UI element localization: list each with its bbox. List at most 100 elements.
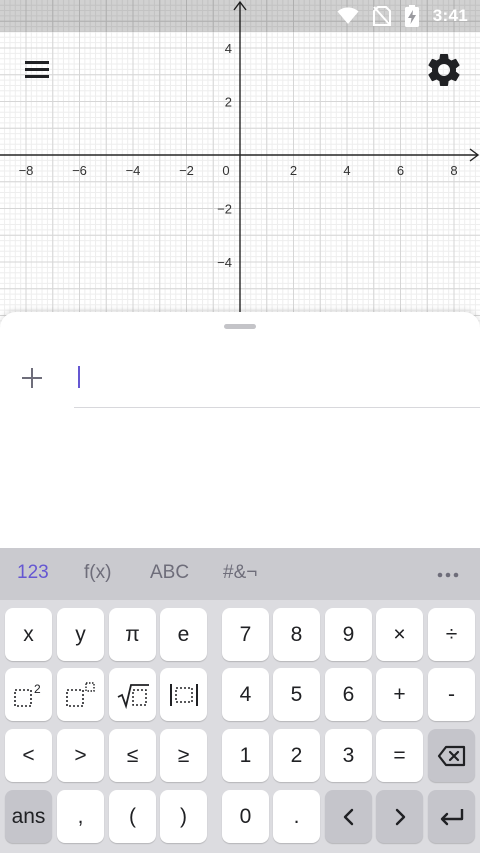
cursor-left-button[interactable] [325, 790, 372, 843]
key-minus[interactable]: - [428, 668, 475, 721]
key-decimal[interactable]: . [273, 790, 320, 843]
key-squared[interactable]: 2 [5, 668, 52, 721]
key-less-equal[interactable]: ≤ [109, 729, 156, 782]
key-label: + [393, 682, 406, 706]
key-label: 2 [290, 743, 303, 767]
x-tick-label: 6 [397, 163, 404, 178]
cursor-right-button[interactable] [376, 790, 423, 843]
arrow-right-icon [395, 808, 405, 825]
svg-text:2: 2 [34, 682, 41, 696]
key-label: ) [180, 804, 187, 828]
x-tick-label: −6 [72, 163, 87, 178]
tab-abc[interactable]: ABC [150, 562, 189, 584]
key-label: < [22, 743, 35, 767]
menu-button[interactable] [18, 52, 58, 88]
key-label: π [125, 622, 140, 646]
key-greater-than[interactable]: > [57, 729, 104, 782]
key-pi[interactable]: π [109, 608, 156, 661]
status-time: 3:41 [432, 6, 468, 25]
key-label: ( [129, 804, 136, 828]
key-label: x [23, 622, 34, 646]
key-power[interactable] [57, 668, 104, 721]
algebra-input[interactable] [74, 360, 480, 408]
backspace-icon [437, 745, 465, 766]
key-divide[interactable]: ÷ [428, 608, 475, 661]
more-button[interactable] [432, 562, 464, 586]
key-label: 3 [342, 743, 355, 767]
x-tick-label: −8 [19, 163, 34, 178]
key-label: ≤ [126, 743, 139, 767]
key-x[interactable]: x [5, 608, 52, 661]
key-ans[interactable]: ans [5, 790, 52, 843]
key-2[interactable]: 2 [273, 729, 320, 782]
y-tick-label: 4 [225, 41, 232, 56]
key-label: 0 [239, 804, 252, 828]
wifi-icon [337, 7, 359, 24]
key-label: 8 [290, 622, 303, 646]
key-greater-equal[interactable]: ≥ [160, 729, 207, 782]
key-label: e [177, 622, 190, 646]
key-1[interactable]: 1 [222, 729, 269, 782]
add-button[interactable] [14, 360, 50, 396]
key-label: 7 [239, 622, 252, 646]
x-tick-label: 4 [343, 163, 350, 178]
key-label: ÷ [445, 622, 458, 646]
key-y[interactable]: y [57, 608, 104, 661]
key-5[interactable]: 5 [273, 668, 320, 721]
key-abs[interactable] [160, 668, 207, 721]
settings-button[interactable] [424, 50, 464, 90]
x-tick-label: 2 [290, 163, 297, 178]
key-label: × [393, 622, 406, 646]
x-tick-label: 8 [450, 163, 457, 178]
tab-123[interactable]: 123 [17, 562, 49, 584]
no-sim-icon [372, 6, 391, 26]
key-comma[interactable]: , [57, 790, 104, 843]
key-label: 9 [342, 622, 355, 646]
algebra-panel [0, 312, 480, 548]
battery-charging-icon [404, 5, 419, 27]
graph-view[interactable]: −8 −6 −4 −2 0 2 4 6 8 4 2 −2 −4 [0, 0, 480, 340]
backspace-button[interactable] [428, 729, 475, 782]
key-8[interactable]: 8 [273, 608, 320, 661]
power-icon [65, 681, 95, 707]
enter-button[interactable] [428, 790, 475, 843]
key-equals[interactable]: = [376, 729, 423, 782]
key-label: - [448, 682, 455, 706]
key-open-paren[interactable]: ( [109, 790, 156, 843]
key-0[interactable]: 0 [222, 790, 269, 843]
tab-functions[interactable]: f(x) [84, 562, 111, 584]
key-label: , [77, 804, 84, 828]
gear-icon [428, 54, 460, 86]
key-multiply[interactable]: × [376, 608, 423, 661]
drag-handle[interactable] [224, 324, 256, 329]
square-root-icon [117, 683, 149, 709]
key-7[interactable]: 7 [222, 608, 269, 661]
key-label: ans [11, 804, 46, 828]
key-e[interactable]: e [160, 608, 207, 661]
key-less-than[interactable]: < [5, 729, 52, 782]
tab-symbols[interactable]: #&¬ [223, 562, 257, 584]
more-horizontal-icon [437, 572, 459, 578]
math-keyboard: 123 f(x) ABC #&¬ x y π e 7 8 9 × ÷ 2 4 5… [0, 548, 480, 853]
key-label: . [293, 804, 300, 828]
key-4[interactable]: 4 [222, 668, 269, 721]
key-3[interactable]: 3 [325, 729, 372, 782]
key-close-paren[interactable]: ) [160, 790, 207, 843]
y-tick-label: −2 [217, 202, 232, 217]
key-6[interactable]: 6 [325, 668, 372, 721]
absolute-value-icon [169, 683, 198, 706]
key-label: ≥ [177, 743, 190, 767]
y-tick-label: 2 [225, 95, 232, 110]
arrow-left-icon [343, 808, 353, 825]
text-caret [78, 366, 80, 388]
key-9[interactable]: 9 [325, 608, 372, 661]
key-label: 1 [239, 743, 252, 767]
key-label: 4 [239, 682, 252, 706]
key-label: 5 [290, 682, 303, 706]
key-sqrt[interactable] [109, 668, 156, 721]
coordinate-grid[interactable]: −8 −6 −4 −2 0 2 4 6 8 4 2 −2 −4 [0, 0, 480, 340]
key-plus[interactable]: + [376, 668, 423, 721]
key-label: = [393, 743, 406, 767]
x-tick-label: −4 [126, 163, 141, 178]
enter-icon [440, 808, 463, 825]
